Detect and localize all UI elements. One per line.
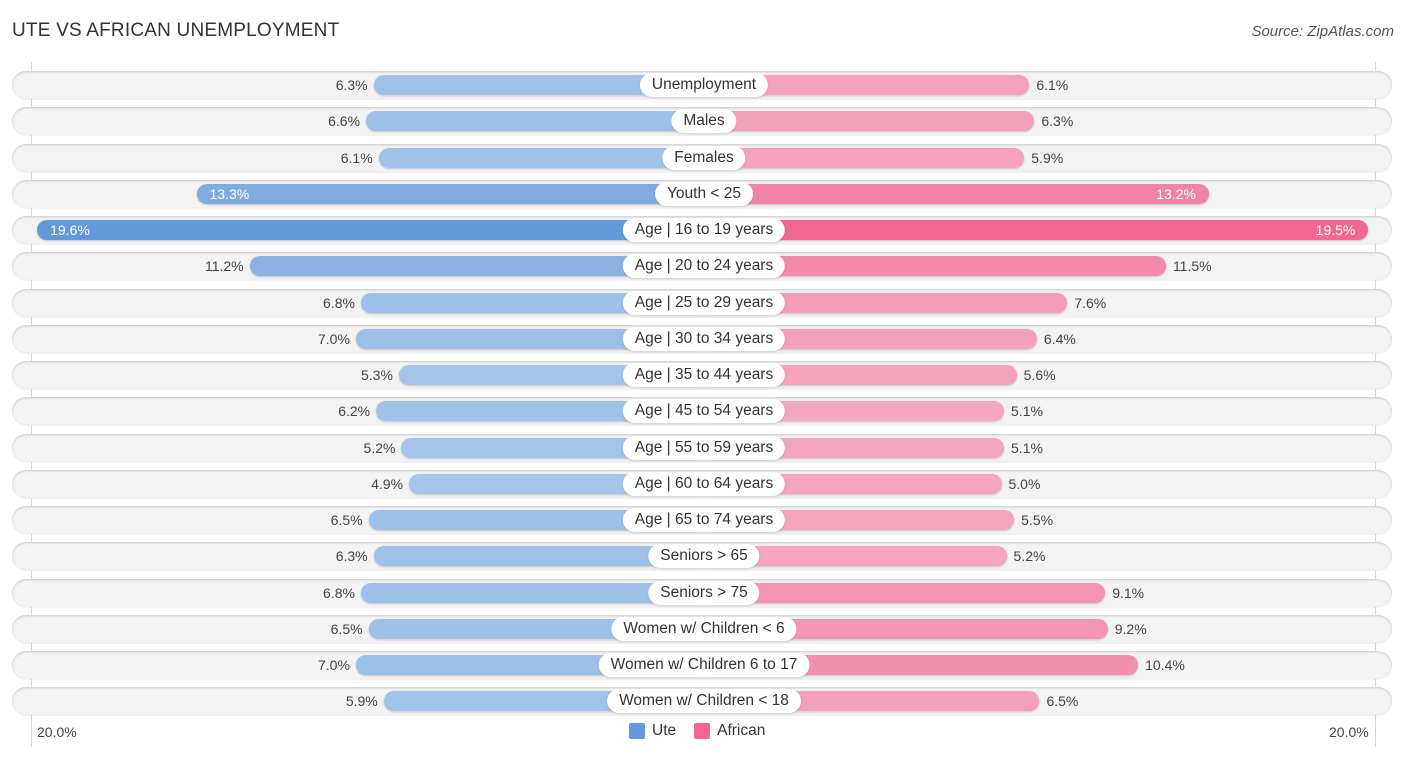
chart-row: 6.8% 7.6% Age | 25 to 29 years bbox=[12, 288, 1392, 317]
category-label: Age | 55 to 59 years bbox=[622, 435, 786, 460]
value-label-african: 6.3% bbox=[1041, 113, 1074, 130]
bar-ute[interactable] bbox=[378, 147, 704, 168]
chart-row: 6.8% 9.1% Seniors > 75 bbox=[12, 578, 1392, 607]
value-label-african: 5.2% bbox=[1013, 548, 1046, 565]
axis-label-right: 20.0% bbox=[1329, 724, 1369, 740]
bar-ute[interactable] bbox=[366, 111, 704, 132]
legend-item-african[interactable]: African bbox=[694, 722, 765, 740]
value-label-ute: 19.6% bbox=[50, 222, 90, 238]
value-label-african: 5.6% bbox=[1023, 367, 1056, 383]
legend-item-ute[interactable]: Ute bbox=[629, 722, 676, 740]
value-label-ute: 4.9% bbox=[371, 475, 404, 492]
value-label-african: 13.2% bbox=[1156, 185, 1196, 202]
category-label: Females bbox=[662, 145, 746, 170]
value-label-african: 5.0% bbox=[1008, 475, 1041, 492]
legend-label-african: African bbox=[717, 722, 766, 739]
bar-african[interactable] bbox=[704, 582, 1106, 603]
category-label: Women w/ Children 6 to 17 bbox=[598, 653, 810, 677]
category-label: Age | 25 to 29 years bbox=[622, 290, 786, 315]
value-label-ute: 5.2% bbox=[363, 439, 396, 456]
category-label: Age | 65 to 74 years bbox=[622, 508, 786, 532]
value-label-ute: 6.3% bbox=[335, 77, 368, 93]
chart-row: 6.2% 5.1% Age | 45 to 54 years bbox=[12, 397, 1392, 426]
chart-row: 6.5% 9.2% Women w/ Children < 6 bbox=[12, 614, 1392, 643]
category-label: Age | 35 to 44 years bbox=[622, 363, 786, 387]
chart-row: 11.2% 11.5% Age | 20 to 24 years bbox=[12, 252, 1392, 281]
value-label-african: 6.5% bbox=[1046, 693, 1079, 710]
chart-row: 6.5% 5.5% Age | 65 to 74 years bbox=[12, 506, 1392, 534]
value-label-african: 5.1% bbox=[1011, 439, 1043, 456]
value-label-african: 5.5% bbox=[1021, 512, 1054, 528]
category-label: Women w/ Children < 18 bbox=[607, 689, 801, 714]
chart-row: 19.6% 19.5% Age | 16 to 19 years bbox=[12, 216, 1392, 244]
value-label-african: 6.1% bbox=[1036, 77, 1069, 93]
bar-ute[interactable] bbox=[196, 183, 704, 204]
chart-row: 6.3% 6.1% Unemployment bbox=[12, 71, 1392, 99]
category-label: Youth < 25 bbox=[655, 181, 753, 206]
chart-title: UTE VS AFRICAN UNEMPLOYMENT bbox=[12, 20, 340, 41]
category-label: Age | 60 to 64 years bbox=[622, 471, 786, 496]
value-label-ute: 6.5% bbox=[330, 620, 363, 637]
legend-label-ute: Ute bbox=[652, 722, 677, 739]
value-label-ute: 5.3% bbox=[361, 367, 393, 383]
value-label-ute: 6.5% bbox=[330, 512, 363, 528]
value-label-ute: 6.8% bbox=[323, 294, 355, 311]
value-label-african: 9.1% bbox=[1112, 584, 1145, 601]
bar-ute[interactable] bbox=[37, 220, 704, 240]
value-label-ute: 6.3% bbox=[335, 548, 368, 565]
value-label-ute: 5.9% bbox=[345, 693, 378, 710]
category-label: Age | 45 to 54 years bbox=[622, 399, 786, 424]
category-label: Unemployment bbox=[639, 73, 769, 97]
category-label: Age | 20 to 24 years bbox=[622, 254, 786, 279]
category-label: Seniors > 65 bbox=[648, 544, 760, 569]
value-label-ute: 6.8% bbox=[323, 584, 355, 601]
chart-row: 4.9% 5.0% Age | 60 to 64 years bbox=[12, 469, 1392, 498]
source-label: Source: ZipAtlas.com bbox=[1251, 23, 1394, 40]
value-label-african: 11.5% bbox=[1172, 258, 1212, 275]
value-label-african: 9.2% bbox=[1114, 620, 1147, 637]
chart-row: 6.3% 5.2% Seniors > 65 bbox=[12, 542, 1392, 571]
category-label: Males bbox=[671, 109, 737, 134]
chart-row: 5.9% 6.5% Women w/ Children < 18 bbox=[12, 687, 1392, 716]
value-label-ute: 13.3% bbox=[209, 185, 250, 202]
value-label-african: 5.1% bbox=[1011, 403, 1043, 420]
chart-row: 6.1% 5.9% Females bbox=[12, 143, 1392, 172]
legend: Ute African bbox=[629, 722, 775, 740]
value-label-ute: 11.2% bbox=[204, 258, 244, 275]
value-label-ute: 6.1% bbox=[340, 149, 373, 166]
value-label-ute: 6.2% bbox=[338, 403, 371, 420]
chart-row: 5.2% 5.1% Age | 55 to 59 years bbox=[12, 433, 1392, 462]
value-label-african: 19.5% bbox=[1315, 222, 1356, 238]
chart-row: 13.3% 13.2% Youth < 25 bbox=[12, 179, 1392, 208]
legend-swatch-ute bbox=[629, 723, 645, 739]
category-label: Age | 16 to 19 years bbox=[622, 218, 786, 242]
value-label-african: 7.6% bbox=[1074, 294, 1107, 311]
category-label: Seniors > 75 bbox=[648, 580, 760, 605]
value-label-african: 5.9% bbox=[1031, 149, 1064, 166]
chart-row: 7.0% 6.4% Age | 30 to 34 years bbox=[12, 324, 1392, 353]
axis-label-left: 20.0% bbox=[37, 724, 77, 740]
value-label-ute: 6.6% bbox=[328, 113, 361, 130]
chart-row: 6.6% 6.3% Males bbox=[12, 107, 1392, 136]
category-label: Women w/ Children < 6 bbox=[611, 616, 797, 641]
chart-row: 7.0% 10.4% Women w/ Children 6 to 17 bbox=[12, 651, 1392, 679]
value-label-ute: 7.0% bbox=[317, 657, 350, 673]
bar-african[interactable] bbox=[704, 183, 1209, 204]
value-label-ute: 7.0% bbox=[317, 330, 350, 347]
chart-row: 5.3% 5.6% Age | 35 to 44 years bbox=[12, 361, 1392, 389]
value-label-african: 10.4% bbox=[1145, 657, 1185, 673]
bar-african[interactable] bbox=[704, 111, 1035, 132]
category-label: Age | 30 to 34 years bbox=[622, 326, 786, 351]
legend-swatch-african bbox=[694, 723, 711, 739]
bar-african[interactable] bbox=[704, 220, 1369, 240]
value-label-african: 6.4% bbox=[1043, 330, 1076, 347]
bar-african[interactable] bbox=[704, 147, 1025, 168]
